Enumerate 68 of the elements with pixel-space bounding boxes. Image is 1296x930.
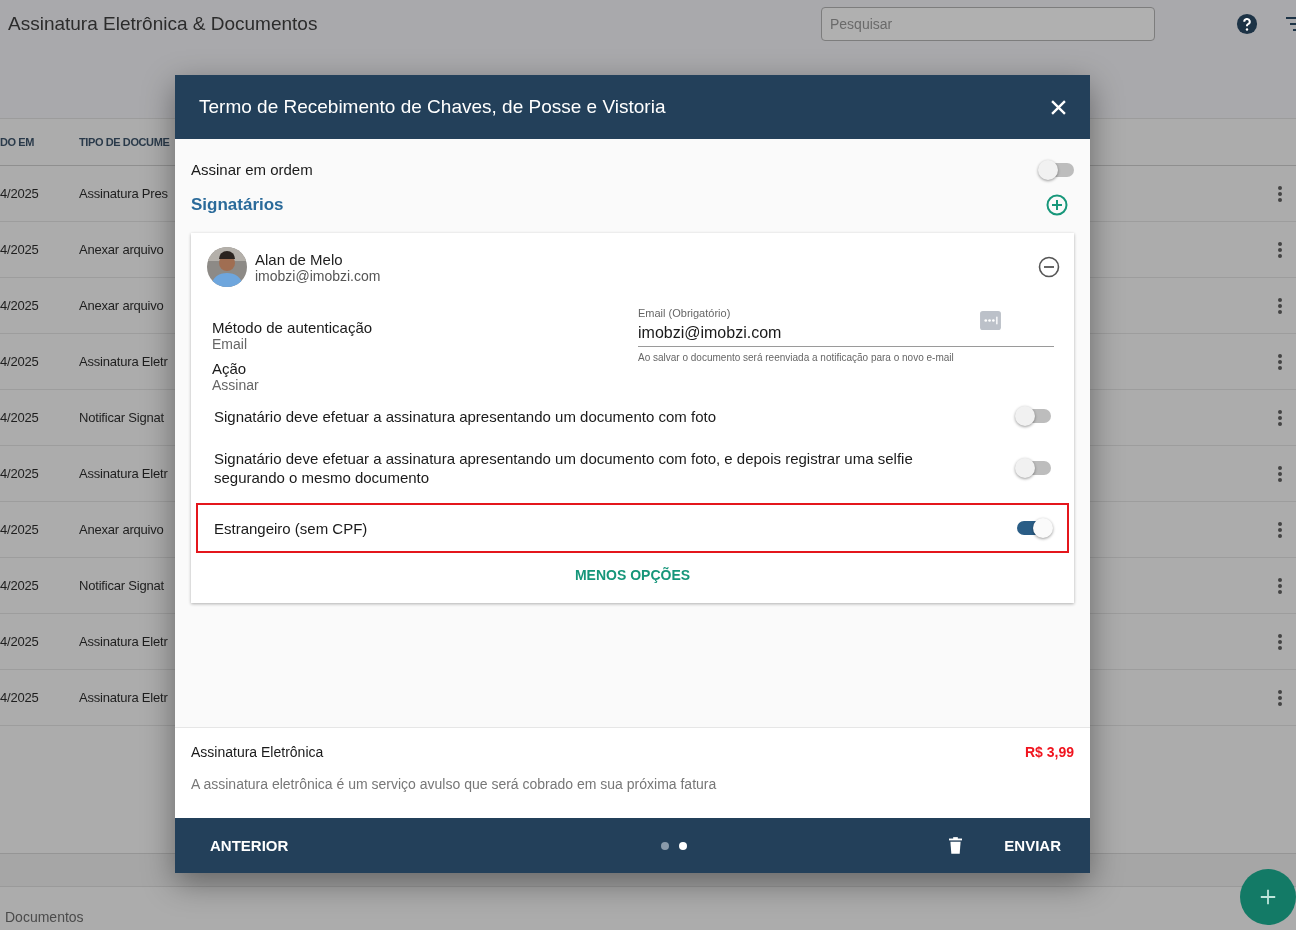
more-icon[interactable] xyxy=(1278,577,1282,594)
toggle-switch[interactable] xyxy=(1017,409,1051,423)
field-label: Método de autenticação xyxy=(212,319,374,336)
table-cell-text: 4/2025 xyxy=(0,466,40,481)
more-icon[interactable] xyxy=(1278,633,1282,650)
email-field[interactable]: imobzi@imobzi.com xyxy=(638,319,1054,347)
more-icon[interactable] xyxy=(1278,409,1282,426)
toggle-switch[interactable] xyxy=(1040,162,1074,177)
more-icon[interactable] xyxy=(1278,689,1282,706)
field-label: Email (Obrigatório) xyxy=(638,307,732,319)
table-cell-text: 4/2025 xyxy=(0,242,40,257)
column-header: TIPO DE DOCUME xyxy=(79,136,170,148)
table-cell: Anexar arquivo xyxy=(79,242,164,257)
option-label: Signatário deve efetuar a assinatura apresentando um documento com foto, e depois registrar uma selfie segurando o mesmo documento xyxy=(214,449,914,487)
close-icon[interactable] xyxy=(1051,99,1066,115)
table-cell: Notificar Signat xyxy=(79,410,164,425)
column-header: DO EM xyxy=(0,136,36,148)
more-icon[interactable] xyxy=(1278,185,1282,202)
field-value: Email xyxy=(212,336,248,352)
toggle-switch[interactable] xyxy=(1017,461,1051,475)
table-cell-text: 4/2025 xyxy=(0,634,40,649)
section-heading: Signatários xyxy=(191,195,284,215)
table-cell: Assinatura Eletr xyxy=(79,634,168,649)
price-note: A assinatura eletrônica é um serviço avulso que será cobrado em sua próxima fatura xyxy=(191,776,718,792)
less-options-button[interactable]: MENOS OPÇÕES xyxy=(570,565,695,585)
table-cell-text: 4/2025 xyxy=(0,298,40,313)
more-icon[interactable] xyxy=(1278,521,1282,538)
more-icon[interactable] xyxy=(1278,241,1282,258)
table-cell: Assinatura Eletr xyxy=(79,690,168,705)
more-icon[interactable] xyxy=(1278,465,1282,482)
option-label: Assinar em ordem xyxy=(191,161,313,178)
remove-circle-icon[interactable] xyxy=(1038,256,1060,278)
more-icon[interactable] xyxy=(1278,353,1282,370)
table-cell-text: 4/2025 xyxy=(0,690,40,705)
table-cell: Assinatura Eletr xyxy=(79,466,168,481)
table-cell: Assinatura Pres xyxy=(79,186,168,201)
price-value: R$ 3,99 xyxy=(1024,744,1074,760)
tab-label[interactable]: Documentos xyxy=(5,909,84,925)
table-cell: Notificar Signat xyxy=(79,578,164,593)
option-label: Estrangeiro (sem CPF) xyxy=(214,518,368,538)
dialog-title: Termo de Recebimento de Chaves, de Posse e Vistoria xyxy=(199,96,666,118)
table-cell: Anexar arquivo xyxy=(79,522,164,537)
signer-name: Alan de Melo xyxy=(255,250,344,268)
table-cell: Assinatura Eletr xyxy=(79,354,168,369)
previous-button[interactable]: ANTERIOR xyxy=(195,831,304,860)
field-label: Ação xyxy=(212,360,248,377)
table-cell-text: 4/2025 xyxy=(0,410,40,425)
price-label: Assinatura Eletrônica xyxy=(191,744,324,760)
table-cell-text: 4/2025 xyxy=(0,354,40,369)
search-field[interactable]: Pesquisar xyxy=(821,7,1155,41)
field-value: Assinar xyxy=(212,377,260,393)
send-button[interactable]: ENVIAR xyxy=(989,831,1076,860)
add-button[interactable] xyxy=(1240,869,1296,925)
password-dots-icon xyxy=(980,311,1001,330)
add-circle-icon[interactable] xyxy=(1046,194,1068,216)
table-cell-text: 4/2025 xyxy=(0,186,40,201)
app-title: Assinatura Eletrônica & Documentos xyxy=(8,13,318,35)
toggle-switch[interactable] xyxy=(1017,521,1051,535)
option-label: Signatário deve efetuar a assinatura apresentando um documento com foto xyxy=(214,406,716,426)
plus-icon xyxy=(1259,888,1277,906)
help-icon[interactable] xyxy=(1236,13,1258,35)
table-cell-text: 4/2025 xyxy=(0,522,40,537)
more-icon[interactable] xyxy=(1278,297,1282,314)
field-hint: Ao salvar o documento será reenviada a notificação para o novo e-mail xyxy=(638,352,955,363)
table-cell-text: 4/2025 xyxy=(0,578,40,593)
table-cell: Anexar arquivo xyxy=(79,298,164,313)
delete-icon[interactable] xyxy=(949,837,963,854)
signer-email: imobzi@imobzi.com xyxy=(255,267,381,284)
